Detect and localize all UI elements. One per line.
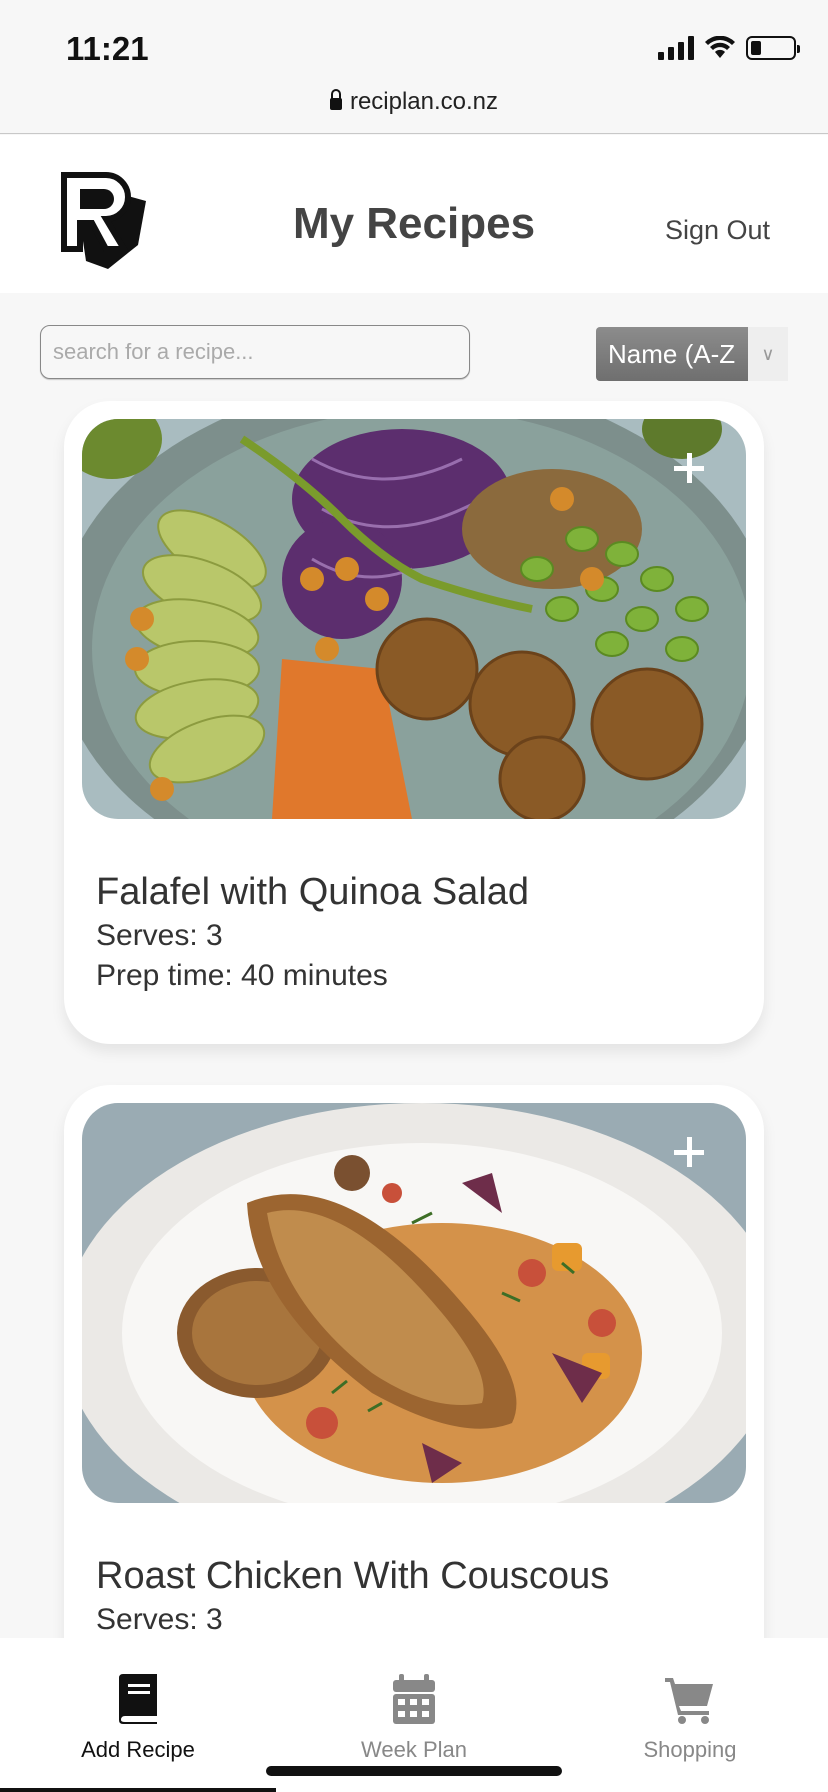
app-header: My Recipes Sign Out: [0, 135, 828, 293]
book-icon: [119, 1674, 157, 1724]
recipe-image[interactable]: [82, 419, 746, 819]
recipe-card[interactable]: Falafel with Quinoa Salad Serves: 3 Prep…: [64, 401, 764, 1044]
chevron-down-icon: ∨: [748, 327, 788, 381]
recipe-image[interactable]: [82, 1103, 746, 1503]
active-tab-underline: [0, 1788, 276, 1792]
url-text: reciplan.co.nz: [349, 88, 499, 115]
recipe-title[interactable]: Falafel with Quinoa Salad: [96, 871, 529, 914]
add-to-plan-icon[interactable]: [672, 1135, 706, 1169]
falafel-bowl-photo: [82, 419, 746, 819]
calendar-icon: [393, 1674, 435, 1724]
search-input[interactable]: [40, 325, 470, 379]
wifi-icon: [705, 36, 735, 58]
tab-add-recipe[interactable]: Add Recipe: [38, 1674, 238, 1763]
status-bar: 11:21 reciplan.co.nz: [0, 0, 828, 134]
recipe-serves: Serves: 3: [96, 1603, 223, 1636]
roast-chicken-photo: [82, 1103, 746, 1503]
tab-shopping[interactable]: Shopping: [590, 1674, 790, 1763]
add-to-plan-icon[interactable]: [672, 451, 706, 485]
recipe-title[interactable]: Roast Chicken With Couscous: [96, 1555, 609, 1598]
recipe-prep-time: Prep time: 40 minutes: [96, 959, 388, 992]
cellular-signal-icon: [658, 36, 694, 60]
sort-selected-value: Name (A-Z: [596, 327, 748, 381]
home-indicator: [266, 1766, 562, 1776]
tab-label: Week Plan: [361, 1737, 467, 1762]
status-time: 11:21: [66, 30, 149, 67]
url-bar[interactable]: reciplan.co.nz: [0, 88, 828, 116]
sign-out-button[interactable]: Sign Out: [665, 215, 770, 246]
status-icons: [658, 36, 800, 60]
battery-fill: [751, 41, 761, 55]
tab-week-plan[interactable]: Week Plan: [314, 1674, 514, 1763]
sort-select[interactable]: Name (A-Z ∨: [596, 327, 788, 381]
battery-icon: [746, 36, 800, 60]
cart-icon: [665, 1678, 713, 1724]
tab-label: Add Recipe: [81, 1737, 195, 1762]
tab-label: Shopping: [643, 1737, 737, 1762]
recipe-serves: Serves: 3: [96, 919, 223, 952]
lock-icon: [329, 89, 342, 110]
